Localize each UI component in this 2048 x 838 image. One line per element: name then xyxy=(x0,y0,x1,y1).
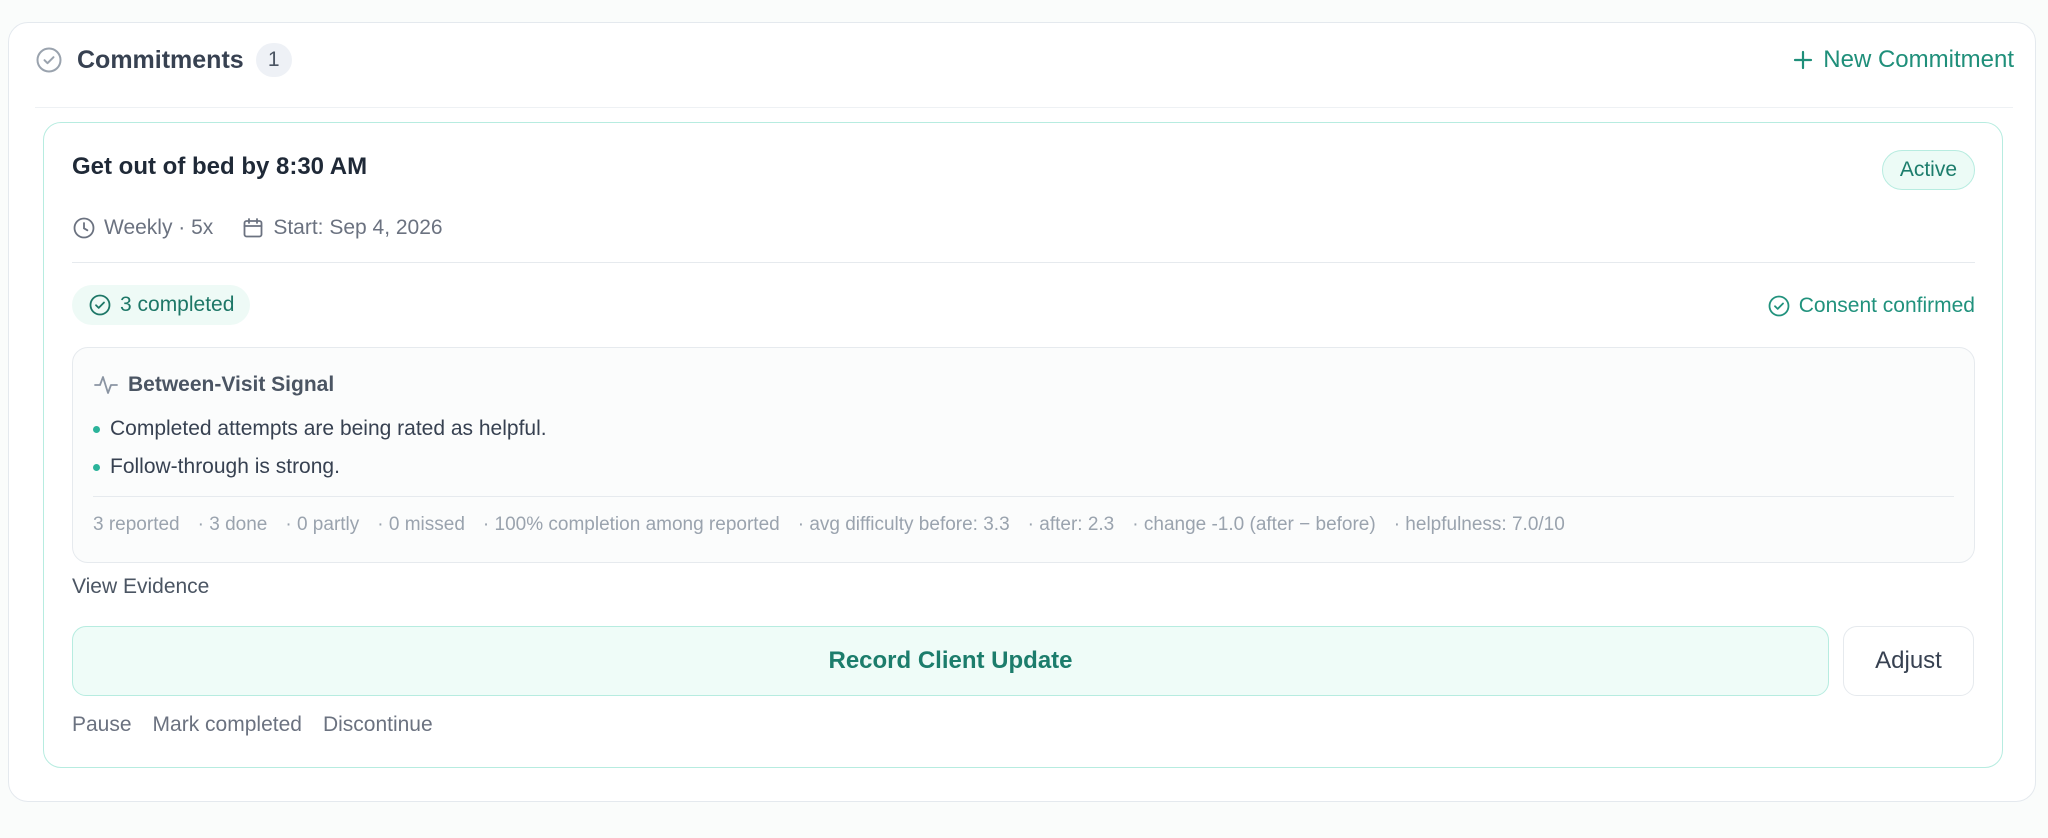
consent-status: Consent confirmed xyxy=(1767,291,1975,321)
signal-bullet: Completed attempts are being rated as he… xyxy=(93,410,547,448)
stat-reported: 3 reported xyxy=(93,514,180,535)
stat-difficulty-before: · avg difficulty before: 3.3 xyxy=(797,514,1010,535)
adjust-button[interactable]: Adjust xyxy=(1843,626,1974,696)
stat-helpfulness: · helpfulness: 7.0/10 xyxy=(1393,514,1565,535)
header-left: Commitments 1 xyxy=(35,36,292,84)
stat-done: · 3 done xyxy=(197,514,268,535)
record-client-update-button[interactable]: Record Client Update xyxy=(72,626,1829,696)
section-title: Commitments xyxy=(77,45,244,74)
stat-completion: · 100% completion among reported xyxy=(482,514,780,535)
commitments-header: Commitments 1 New Commitment xyxy=(35,36,2014,84)
check-circle-icon xyxy=(1767,294,1791,318)
header-divider xyxy=(35,107,2013,108)
stat-missed: · 0 missed xyxy=(377,514,465,535)
signal-bullets: Completed attempts are being rated as he… xyxy=(93,410,547,486)
signal-header: Between-Visit Signal xyxy=(93,370,334,400)
clock-icon xyxy=(72,216,96,240)
new-commitment-button[interactable]: New Commitment xyxy=(1791,36,2014,84)
pause-action[interactable]: Pause xyxy=(72,713,132,737)
consent-label: Consent confirmed xyxy=(1798,294,1975,317)
commitment-actions: Pause Mark completed Discontinue xyxy=(72,713,454,737)
discontinue-action[interactable]: Discontinue xyxy=(323,713,433,737)
new-commitment-label: New Commitment xyxy=(1823,46,2014,73)
start-date-text: Start: Sep 4, 2026 xyxy=(273,216,443,239)
activity-pulse-icon xyxy=(93,372,119,398)
view-evidence-link[interactable]: View Evidence xyxy=(72,575,209,599)
calendar-icon xyxy=(241,216,265,240)
commitment-title: Get out of bed by 8:30 AM xyxy=(72,153,368,180)
stat-change: · change -1.0 (after − before) xyxy=(1132,514,1376,535)
commitment-card: Get out of bed by 8:30 AM Active Weekly … xyxy=(43,122,2003,768)
completed-label: 3 completed xyxy=(120,293,235,316)
stat-partly: · 0 partly xyxy=(285,514,360,535)
signal-bullet: Follow-through is strong. xyxy=(93,448,547,486)
mark-completed-action[interactable]: Mark completed xyxy=(153,713,302,737)
signal-divider xyxy=(93,496,1954,497)
check-circle-icon xyxy=(88,293,112,317)
card-divider xyxy=(72,262,1975,263)
between-visit-signal: Between-Visit Signal Completed attempts … xyxy=(72,347,1975,563)
plus-icon xyxy=(1791,48,1815,72)
signal-title: Between-Visit Signal xyxy=(128,373,335,396)
status-badge: Active xyxy=(1881,150,1975,190)
commitment-meta: Weekly · 5x Start: Sep 4, 2026 xyxy=(72,213,443,243)
frequency-text: Weekly · 5x xyxy=(104,216,214,239)
stat-difficulty-after: · after: 2.3 xyxy=(1027,514,1115,535)
signal-stats: 3 reported · 3 done · 0 partly · 0 misse… xyxy=(93,514,1583,536)
completed-count-badge: 3 completed xyxy=(72,285,251,325)
count-badge: 1 xyxy=(255,43,292,77)
check-circle-icon xyxy=(35,46,63,74)
